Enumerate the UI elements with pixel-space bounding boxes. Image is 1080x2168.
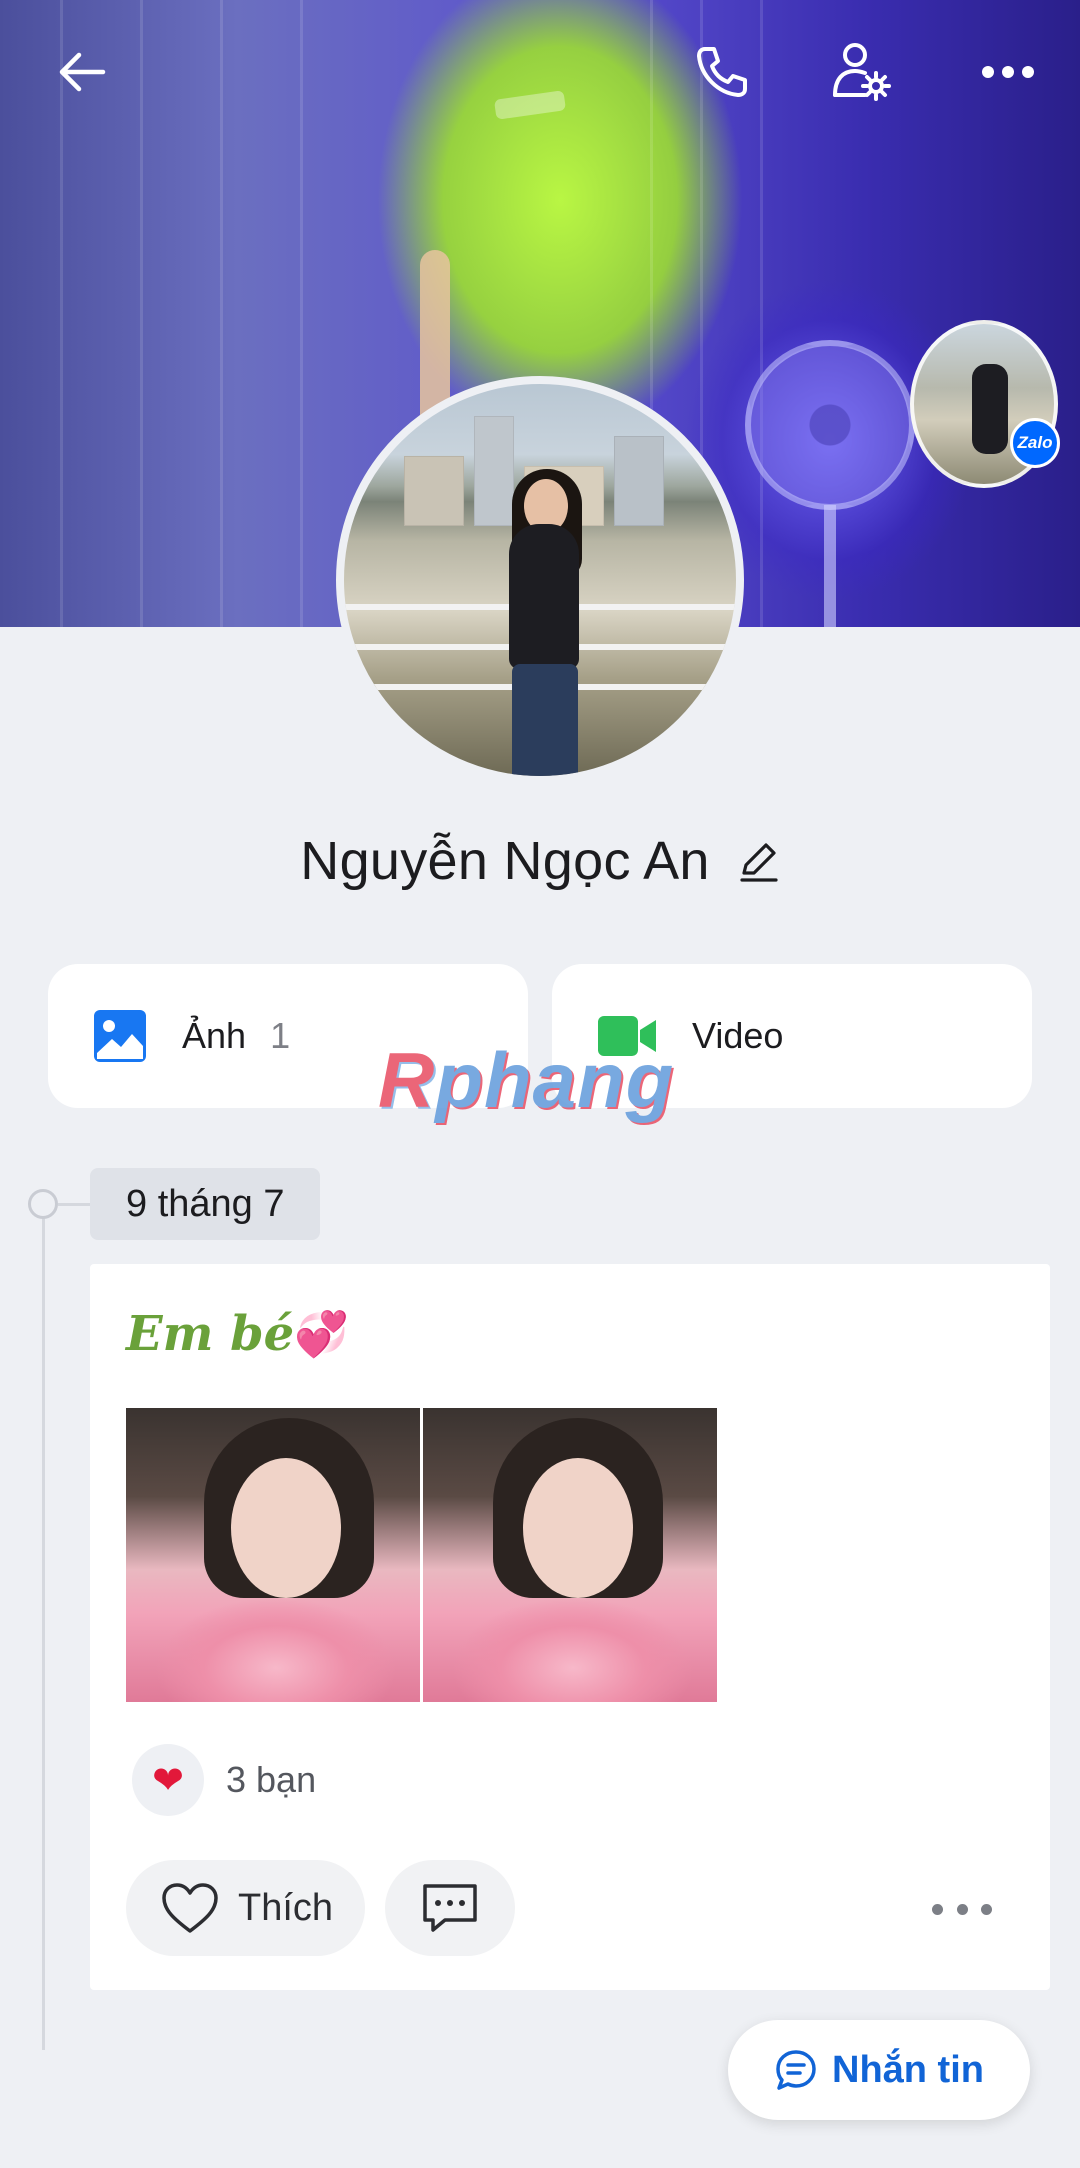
comment-button[interactable] xyxy=(385,1860,516,1956)
user-settings-icon xyxy=(833,43,891,101)
timeline-tick xyxy=(58,1203,90,1206)
more-dot xyxy=(981,1903,992,1915)
watermark-rest: phang xyxy=(435,1036,675,1124)
profile-name: Nguyễn Ngọc An xyxy=(300,831,710,891)
image-icon xyxy=(94,1010,146,1062)
more-dot xyxy=(932,1903,943,1915)
like-button[interactable]: Thích xyxy=(126,1860,366,1956)
post-actions: Thích xyxy=(126,1860,516,1956)
pencil-icon xyxy=(740,843,778,882)
post-photo-1[interactable] xyxy=(126,1408,420,1702)
timeline-date: 9 tháng 7 xyxy=(90,1168,321,1240)
user-settings-button[interactable] xyxy=(820,30,904,114)
heart-reaction-icon: ❤ xyxy=(132,1744,204,1816)
comment-icon xyxy=(423,1884,477,1932)
zalo-badge: Zalo xyxy=(1010,418,1060,468)
reaction-summary[interactable]: ❤ 3 bạn xyxy=(132,1744,316,1816)
timeline-line xyxy=(42,1205,45,2050)
post-emoji: 💞 xyxy=(294,1309,349,1360)
back-button[interactable] xyxy=(40,30,124,114)
chat-bubble-icon xyxy=(776,2050,816,2090)
post-photo-2[interactable] xyxy=(423,1408,717,1702)
more-dot xyxy=(956,1903,968,1915)
post-text: Em bé 💞 xyxy=(126,1306,349,1362)
watermark-logo: Rphang xyxy=(378,1035,674,1126)
more-options-button[interactable] xyxy=(966,30,1050,114)
phone-icon xyxy=(697,47,747,97)
heart-outline-icon xyxy=(162,1883,218,1933)
fan-image-detail xyxy=(745,340,915,510)
send-message-button[interactable]: Nhắn tin xyxy=(728,2020,1030,2120)
like-label: Thích xyxy=(238,1886,334,1929)
profile-page: Zalo Nguyễn Ngọc An Ảnh 1 Video Rphang 9… xyxy=(0,0,1080,2168)
photos-count: 1 xyxy=(270,1015,291,1056)
watermark-first: R xyxy=(378,1036,436,1124)
video-label: Video xyxy=(692,1015,784,1056)
post-caption: Em bé xyxy=(126,1306,295,1362)
call-button[interactable] xyxy=(680,30,764,114)
post-card[interactable]: Em bé 💞 ❤ 3 bạn Thích xyxy=(90,1264,1050,1990)
edit-name-button[interactable] xyxy=(736,839,780,883)
back-arrow-icon xyxy=(59,52,106,92)
more-icon xyxy=(982,66,1034,78)
timeline-dot xyxy=(28,1189,58,1219)
send-message-label: Nhắn tin xyxy=(832,2048,984,2091)
reaction-count: 3 bạn xyxy=(226,1759,317,1800)
post-more-button[interactable] xyxy=(932,1894,992,1924)
profile-avatar[interactable] xyxy=(336,376,744,784)
profile-name-row: Nguyễn Ngọc An xyxy=(0,830,1080,892)
photos-label: Ảnh xyxy=(182,1015,247,1056)
